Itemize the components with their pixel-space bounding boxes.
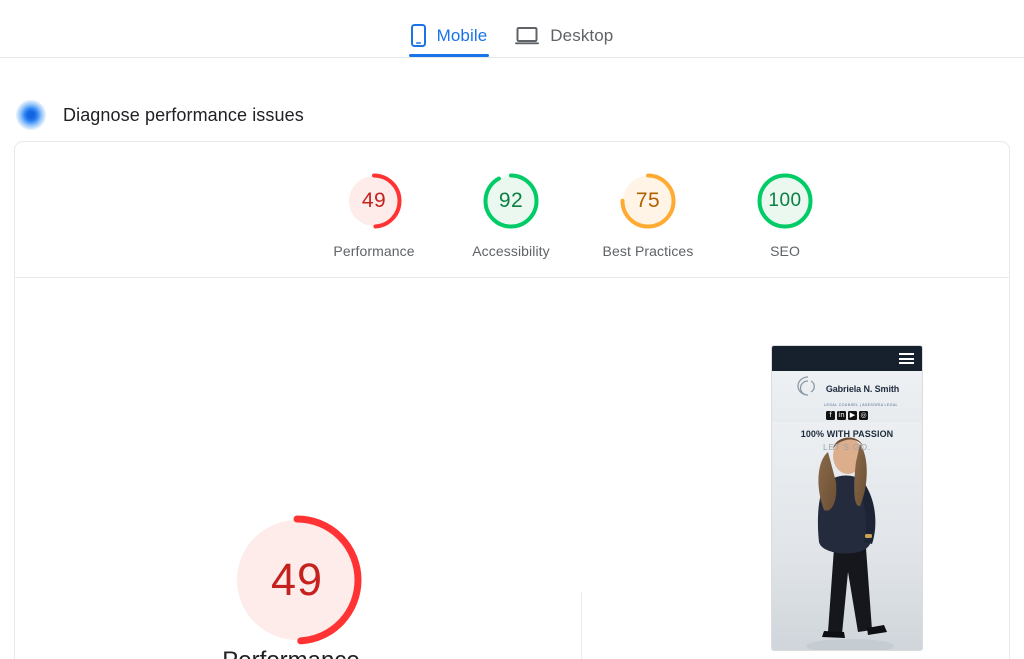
preview-brand-line: Gabriela N. Smith bbox=[795, 375, 899, 402]
score-label-performance: Performance bbox=[333, 243, 415, 259]
score-value-accessibility: 92 bbox=[498, 189, 524, 212]
page-title: Diagnose performance issues bbox=[63, 104, 304, 125]
score-gauge-performance[interactable]: 49 Performance bbox=[309, 171, 439, 259]
preview-brand-bar: Gabriela N. Smith LEGAL COUNSEL | ASESOR… bbox=[772, 371, 922, 422]
performance-detail-panel: 49 Performance Values are estimated and … bbox=[15, 279, 567, 659]
score-gauge-seo[interactable]: 100 SEO bbox=[720, 171, 850, 259]
gauge-ring-best-practices: 75 bbox=[618, 171, 678, 231]
score-value-performance: 49 bbox=[361, 189, 387, 212]
performance-score-value: 49 bbox=[270, 554, 324, 605]
preview-social-links: f in ▶ ◎ bbox=[826, 411, 868, 420]
score-gauge-best-practices[interactable]: 75 Best Practices bbox=[583, 171, 713, 259]
preview-brand-subtitle: LEGAL COUNSEL | ASESORÍA LEGAL bbox=[824, 403, 898, 407]
linkedin-icon: in bbox=[837, 411, 846, 420]
tab-active-indicator bbox=[408, 54, 490, 57]
score-label-accessibility: Accessibility bbox=[472, 243, 550, 259]
score-value-best-practices: 75 bbox=[635, 189, 661, 212]
preview-hero-photo bbox=[772, 422, 922, 650]
preview-hero-section: 100% WITH PASSION LET'S GO. bbox=[772, 422, 922, 650]
preview-site-header bbox=[772, 346, 922, 371]
tab-desktop[interactable]: Desktop bbox=[501, 0, 627, 57]
score-label-best-practices: Best Practices bbox=[602, 243, 694, 259]
panel-divider bbox=[581, 592, 582, 659]
page-screenshot-preview[interactable]: Gabriela N. Smith LEGAL COUNSEL | ASESOR… bbox=[771, 345, 923, 651]
gauge-ring-accessibility: 92 bbox=[481, 171, 541, 231]
device-tabs: Mobile Desktop bbox=[0, 0, 1024, 58]
laptop-icon bbox=[515, 26, 540, 46]
mobile-phone-icon bbox=[410, 24, 426, 47]
preview-hero-heading: 100% WITH PASSION bbox=[800, 429, 894, 439]
tab-mobile-label: Mobile bbox=[436, 25, 488, 45]
score-value-seo: 100 bbox=[768, 190, 802, 211]
score-gauge-accessibility[interactable]: 92 Accessibility bbox=[446, 171, 576, 259]
youtube-icon: ▶ bbox=[848, 411, 857, 420]
tab-mobile[interactable]: Mobile bbox=[397, 0, 502, 57]
blue-glow-dot-icon bbox=[16, 100, 46, 130]
facebook-icon: f bbox=[826, 411, 835, 420]
preview-brand-name: Gabriela N. Smith bbox=[825, 383, 900, 394]
pagespeed-report: Mobile Desktop Diagnose performance issu… bbox=[0, 0, 1024, 659]
tab-desktop-label: Desktop bbox=[550, 25, 614, 45]
performance-heading: Performance bbox=[15, 647, 567, 659]
preview-hero-subheading: LET'S GO. bbox=[822, 442, 872, 452]
category-scores-row: 49 Performance 92 Accessibility 75 Best … bbox=[15, 142, 1009, 278]
score-label-seo: SEO bbox=[770, 243, 800, 259]
gauge-ring-performance: 49 bbox=[344, 171, 404, 231]
gauge-ring-seo: 100 bbox=[755, 171, 815, 231]
preview-logo-icon bbox=[795, 375, 821, 402]
instagram-icon: ◎ bbox=[859, 411, 868, 420]
performance-gauge-large: 49 bbox=[227, 510, 367, 650]
hamburger-menu-icon bbox=[899, 353, 914, 364]
diagnose-section-header: Diagnose performance issues bbox=[0, 92, 1024, 138]
